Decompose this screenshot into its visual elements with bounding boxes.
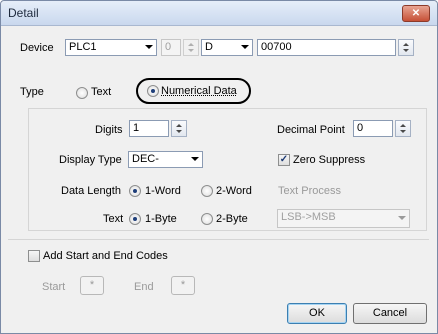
arrow-up-icon [403, 43, 409, 46]
end-code-button: * [171, 276, 195, 295]
station-field: 0 [161, 39, 181, 56]
end-label: End [134, 281, 154, 293]
start-code-value: * [89, 279, 95, 291]
start-label: Start [42, 281, 66, 293]
text-encoding-label: Text [103, 213, 124, 225]
digits-label: Digits [95, 124, 123, 136]
title-bar: Detail ✕ [1, 1, 437, 26]
selection-highlight [136, 78, 251, 104]
device-label: Device [20, 42, 54, 54]
data-length-label: Data Length [61, 185, 121, 197]
type-label: Type [20, 86, 44, 98]
close-button[interactable]: ✕ [402, 5, 430, 22]
ok-button[interactable]: OK [287, 303, 347, 324]
station-value: 0 [165, 41, 172, 53]
decimal-point-field[interactable]: 0 [353, 120, 393, 137]
text-process-label: Text Process [278, 185, 341, 197]
section-divider [8, 239, 429, 240]
address-field[interactable]: 00700 [257, 39, 396, 56]
chevron-down-icon [398, 216, 406, 220]
arrow-up-icon [400, 124, 406, 127]
end-code-value: * [180, 279, 186, 291]
one-byte-label[interactable]: 1-Byte [145, 213, 177, 225]
station-stepper [183, 39, 199, 56]
text-process-select: LSB->MSB [277, 209, 410, 228]
chevron-down-icon [191, 157, 199, 161]
chevron-down-icon [145, 45, 153, 49]
one-word-label[interactable]: 1-Word [145, 185, 181, 197]
device-type-value: D [205, 41, 213, 53]
zero-suppress-label[interactable]: Zero Suppress [293, 154, 365, 166]
two-word-radio[interactable] [201, 185, 213, 197]
arrow-up-icon [176, 124, 182, 127]
decimal-point-stepper[interactable] [395, 120, 411, 137]
text-process-value: LSB->MSB [281, 211, 336, 223]
digits-field[interactable]: 1 [129, 120, 169, 137]
ok-label: OK [309, 307, 325, 319]
one-byte-radio[interactable] [129, 213, 141, 225]
plc-value: PLC1 [69, 41, 97, 53]
add-codes-label[interactable]: Add Start and End Codes [43, 250, 168, 262]
decimal-point-label: Decimal Point [277, 124, 345, 136]
arrow-down-icon [176, 130, 182, 133]
arrow-up-icon [188, 43, 194, 46]
text-radio-label[interactable]: Text [91, 86, 111, 98]
address-stepper[interactable] [398, 39, 414, 56]
one-word-radio[interactable] [129, 185, 141, 197]
cancel-button[interactable]: Cancel [353, 303, 427, 324]
checkmark-icon: ✓ [279, 154, 289, 165]
two-byte-radio[interactable] [201, 213, 213, 225]
two-word-label[interactable]: 2-Word [216, 185, 252, 197]
plc-select[interactable]: PLC1 [65, 39, 157, 56]
address-value: 00700 [261, 41, 292, 53]
detail-dialog: Detail ✕ Device PLC1 0 D 00700 Type Text… [0, 0, 438, 334]
two-byte-label[interactable]: 2-Byte [216, 213, 248, 225]
arrow-down-icon [400, 130, 406, 133]
cancel-label: Cancel [372, 307, 408, 319]
chevron-down-icon [241, 45, 249, 49]
zero-suppress-checkbox[interactable]: ✓ [278, 154, 290, 166]
dialog-title: Detail [8, 6, 39, 20]
device-type-select[interactable]: D [201, 39, 253, 56]
digits-value: 1 [133, 122, 140, 134]
text-radio[interactable] [76, 87, 88, 99]
display-type-label: Display Type [59, 154, 122, 166]
digits-stepper[interactable] [171, 120, 187, 137]
close-icon: ✕ [411, 8, 421, 19]
start-code-button: * [80, 276, 104, 295]
arrow-down-icon [188, 49, 194, 52]
display-type-select[interactable]: DEC- [128, 151, 203, 168]
add-codes-checkbox[interactable] [28, 250, 40, 262]
arrow-down-icon [403, 49, 409, 52]
decimal-point-value: 0 [357, 122, 364, 134]
display-type-value: DEC- [132, 153, 159, 165]
